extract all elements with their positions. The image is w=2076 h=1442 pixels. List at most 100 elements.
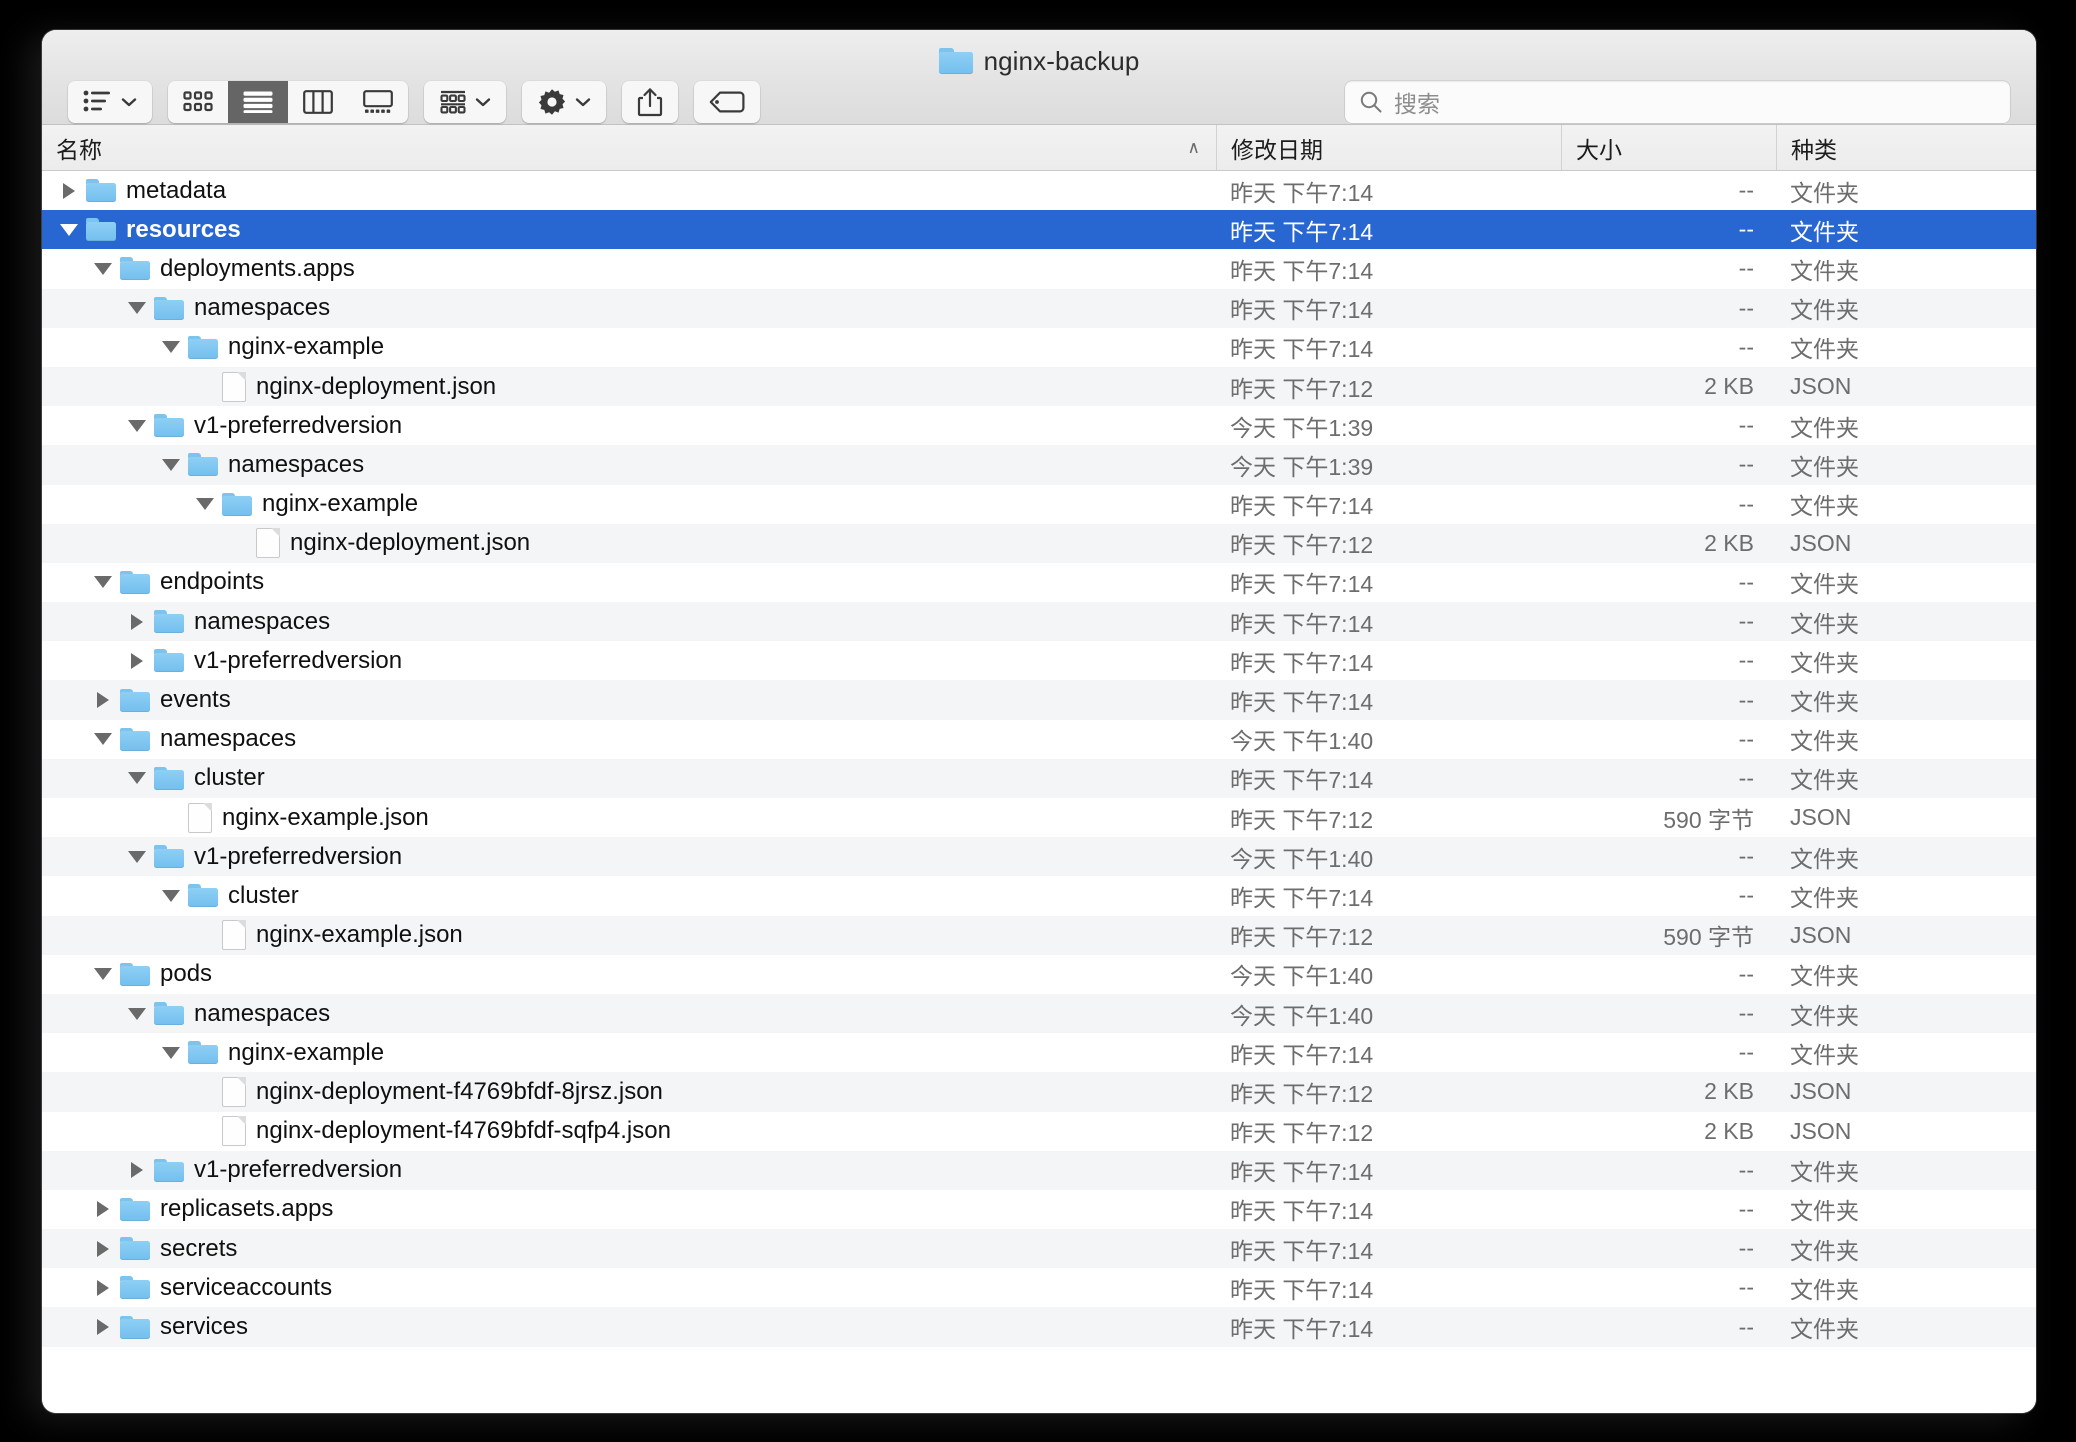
disclosure-triangle-closed-icon[interactable] <box>86 1268 120 1307</box>
row-size-cell: 590 字节 <box>1663 806 1754 833</box>
table-row[interactable]: events 昨天 下午7:14 -- 文件夹 <box>42 680 2036 720</box>
table-row[interactable]: v1-preferredversion 昨天 下午7:14 -- 文件夹 <box>42 1150 2036 1190</box>
disclosure-triangle-closed-icon[interactable] <box>86 681 120 720</box>
row-kind-cell: 文件夹 <box>1790 649 1859 676</box>
table-row[interactable]: namespaces 今天 下午1:40 -- 文件夹 <box>42 719 2036 759</box>
tags-group <box>694 80 760 123</box>
table-row[interactable]: secrets 昨天 下午7:14 -- 文件夹 <box>42 1229 2036 1269</box>
gallery-view-icon <box>363 89 393 113</box>
disclosure-triangle-closed-icon[interactable] <box>86 1308 120 1347</box>
finder-window: nginx-backup 搜索 名称 ∧ 修改日期 大小 种类 metadata… <box>42 30 2036 1413</box>
table-row[interactable]: v1-preferredversion 昨天 下午7:14 -- 文件夹 <box>42 641 2036 681</box>
table-row[interactable]: v1-preferredversion 今天 下午1:40 -- 文件夹 <box>42 837 2036 877</box>
gallery-view-button[interactable] <box>348 81 408 123</box>
table-row[interactable]: cluster 昨天 下午7:14 -- 文件夹 <box>42 876 2036 916</box>
disclosure-triangle-closed-icon[interactable] <box>120 1151 154 1190</box>
table-row[interactable]: nginx-deployment.json 昨天 下午7:12 2 KB JSON <box>42 523 2036 563</box>
table-row[interactable]: services 昨天 下午7:14 -- 文件夹 <box>42 1307 2036 1347</box>
view-options-button[interactable] <box>68 81 152 123</box>
folder-icon <box>188 884 218 908</box>
row-kind-cell: 文件夹 <box>1790 1159 1859 1186</box>
disclosure-triangle-closed-icon[interactable] <box>86 1190 120 1229</box>
table-row[interactable]: serviceaccounts 昨天 下午7:14 -- 文件夹 <box>42 1268 2036 1308</box>
table-row[interactable]: deployments.apps 昨天 下午7:14 -- 文件夹 <box>42 249 2036 289</box>
table-row[interactable]: nginx-example 昨天 下午7:14 -- 文件夹 <box>42 1033 2036 1073</box>
row-kind-cell: 文件夹 <box>1790 845 1859 872</box>
table-row[interactable]: nginx-deployment-f4769bfdf-sqfp4.json 昨天 … <box>42 1111 2036 1151</box>
table-row[interactable]: metadata 昨天 下午7:14 -- 文件夹 <box>42 171 2036 211</box>
row-size-cell: -- <box>1738 843 1754 870</box>
table-row[interactable]: replicasets.apps 昨天 下午7:14 -- 文件夹 <box>42 1189 2036 1230</box>
disclosure-triangle-open-icon[interactable] <box>86 563 120 602</box>
icon-view-button[interactable] <box>168 81 228 123</box>
tag-icon <box>709 91 745 112</box>
group-by-button[interactable] <box>424 81 506 123</box>
table-row[interactable]: endpoints 昨天 下午7:14 -- 文件夹 <box>42 562 2036 603</box>
disclosure-triangle-open-icon[interactable] <box>120 289 154 328</box>
table-row[interactable]: nginx-example 昨天 下午7:14 -- 文件夹 <box>42 327 2036 367</box>
table-row[interactable]: namespaces 今天 下午1:39 -- 文件夹 <box>42 445 2036 485</box>
table-row[interactable]: cluster 昨天 下午7:14 -- 文件夹 <box>42 758 2036 798</box>
row-size-cell: 590 字节 <box>1663 924 1754 951</box>
table-row[interactable]: nginx-example.json 昨天 下午7:12 590 字节 JSON <box>42 915 2036 955</box>
document-icon <box>222 1116 246 1147</box>
disclosure-triangle-open-icon[interactable] <box>154 876 188 915</box>
row-name-cell: nginx-example <box>42 1033 1216 1072</box>
sort-arrow-icon: ∧ <box>1187 138 1200 157</box>
table-row[interactable]: namespaces 昨天 下午7:14 -- 文件夹 <box>42 602 2036 642</box>
search-field[interactable]: 搜索 <box>1345 80 2010 123</box>
table-row[interactable]: namespaces 昨天 下午7:14 -- 文件夹 <box>42 288 2036 328</box>
disclosure-triangle-open-icon[interactable] <box>52 210 86 249</box>
row-date-cell: 昨天 下午7:12 <box>1230 1080 1374 1107</box>
row-name-label: v1-preferredversion <box>194 646 403 674</box>
disclosure-triangle-closed-icon[interactable] <box>120 641 154 680</box>
table-row[interactable]: nginx-deployment.json 昨天 下午7:12 2 KB JSON <box>42 366 2036 407</box>
list-view-button[interactable] <box>228 80 288 123</box>
row-date-cell: 昨天 下午7:14 <box>1230 336 1374 363</box>
disclosure-triangle-closed-icon[interactable] <box>52 171 86 210</box>
share-icon <box>637 87 663 116</box>
disclosure-triangle-open-icon[interactable] <box>154 445 188 484</box>
disclosure-triangle-open-icon[interactable] <box>86 955 120 994</box>
toolbar: 搜索 <box>42 78 2036 125</box>
column-header-size[interactable]: 大小 <box>1561 125 1776 170</box>
row-name-cell: services <box>42 1308 1216 1347</box>
disclosure-triangle-open-icon[interactable] <box>86 720 120 759</box>
file-list[interactable]: metadata 昨天 下午7:14 -- 文件夹 resources 昨天 下午7:14… <box>42 171 2036 1413</box>
table-row[interactable]: namespaces 今天 下午1:40 -- 文件夹 <box>42 993 2036 1034</box>
disclosure-triangle-open-icon[interactable] <box>188 485 222 524</box>
column-view-button[interactable] <box>288 81 348 123</box>
folder-icon <box>938 48 973 74</box>
row-name-label: cluster <box>228 881 299 909</box>
table-row[interactable]: nginx-deployment-f4769bfdf-8jrsz.json 昨天 … <box>42 1072 2036 1112</box>
disclosure-triangle-open-icon[interactable] <box>154 328 188 367</box>
column-header-kind[interactable]: 种类 <box>1776 125 2036 170</box>
disclosure-triangle-open-icon[interactable] <box>120 759 154 798</box>
row-kind-cell: JSON <box>1790 373 1852 400</box>
disclosure-triangle-closed-icon[interactable] <box>86 1229 120 1268</box>
disclosure-triangle-closed-icon[interactable] <box>120 602 154 641</box>
disclosure-triangle-open-icon[interactable] <box>120 406 154 445</box>
action-menu-button[interactable] <box>522 81 606 123</box>
column-header-date[interactable]: 修改日期 <box>1216 125 1561 170</box>
table-row[interactable]: nginx-example.json 昨天 下午7:12 590 字节 JSON <box>42 798 2036 838</box>
row-name-cell: nginx-deployment.json <box>42 524 1216 563</box>
disclosure-triangle-open-icon[interactable] <box>86 249 120 288</box>
row-size-cell: -- <box>1738 333 1754 360</box>
share-button[interactable] <box>622 81 678 123</box>
column-header-name[interactable]: 名称 ∧ <box>42 125 1216 170</box>
table-row[interactable]: v1-preferredversion 今天 下午1:39 -- 文件夹 <box>42 406 2036 446</box>
disclosure-triangle-open-icon[interactable] <box>154 1033 188 1072</box>
window-titlebar: nginx-backup 搜索 <box>42 30 2036 125</box>
search-input[interactable]: 搜索 <box>1394 85 1440 119</box>
table-row[interactable]: nginx-example 昨天 下午7:14 -- 文件夹 <box>42 484 2036 524</box>
tags-button[interactable] <box>694 81 760 123</box>
table-row[interactable]: pods 今天 下午1:40 -- 文件夹 <box>42 954 2036 994</box>
table-row[interactable]: resources 昨天 下午7:14 -- 文件夹 <box>42 210 2036 250</box>
disclosure-triangle-open-icon[interactable] <box>120 994 154 1033</box>
disclosure-triangle-open-icon[interactable] <box>120 837 154 876</box>
row-date-cell: 昨天 下午7:14 <box>1230 1041 1374 1068</box>
row-date-cell: 今天 下午1:40 <box>1230 728 1374 755</box>
folder-icon <box>120 570 150 594</box>
